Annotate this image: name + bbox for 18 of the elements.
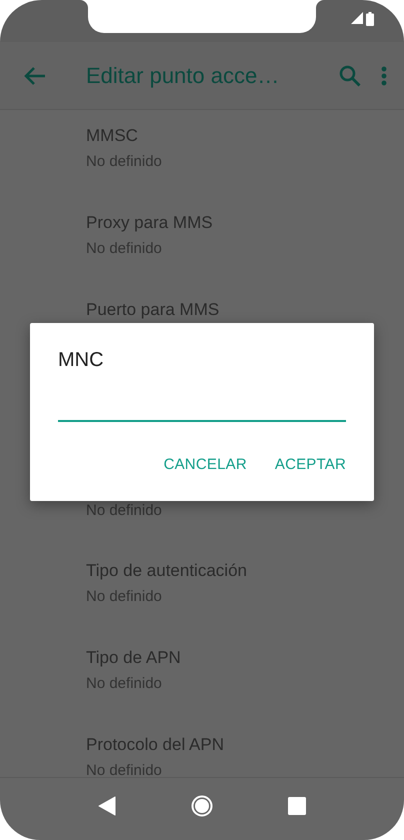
setting-title[interactable]: MMSC [86,126,138,145]
home-icon[interactable] [190,795,213,817]
more-options-icon[interactable] [381,66,387,86]
recents-icon[interactable] [288,797,306,815]
setting-title[interactable]: Tipo de autenticación [86,561,247,580]
setting-title[interactable]: Puerto para MMS [86,300,220,319]
back-arrow-icon[interactable] [24,66,46,86]
setting-title[interactable]: Proxy para MMS [86,213,213,232]
back-icon[interactable] [98,796,116,816]
setting-title[interactable]: Protocolo del APN [86,735,224,754]
dialog-button[interactable]: ACEPTAR [274,456,346,473]
battery-icon [366,12,374,26]
dialog-button[interactable]: CANCELAR [164,456,247,473]
signal-icon [351,12,363,24]
screen-title: Editar punto acce… [86,62,280,88]
search-icon[interactable] [339,64,361,86]
setting-title[interactable]: Tipo de APN [86,648,181,667]
dialog-title: MNC [58,349,105,372]
